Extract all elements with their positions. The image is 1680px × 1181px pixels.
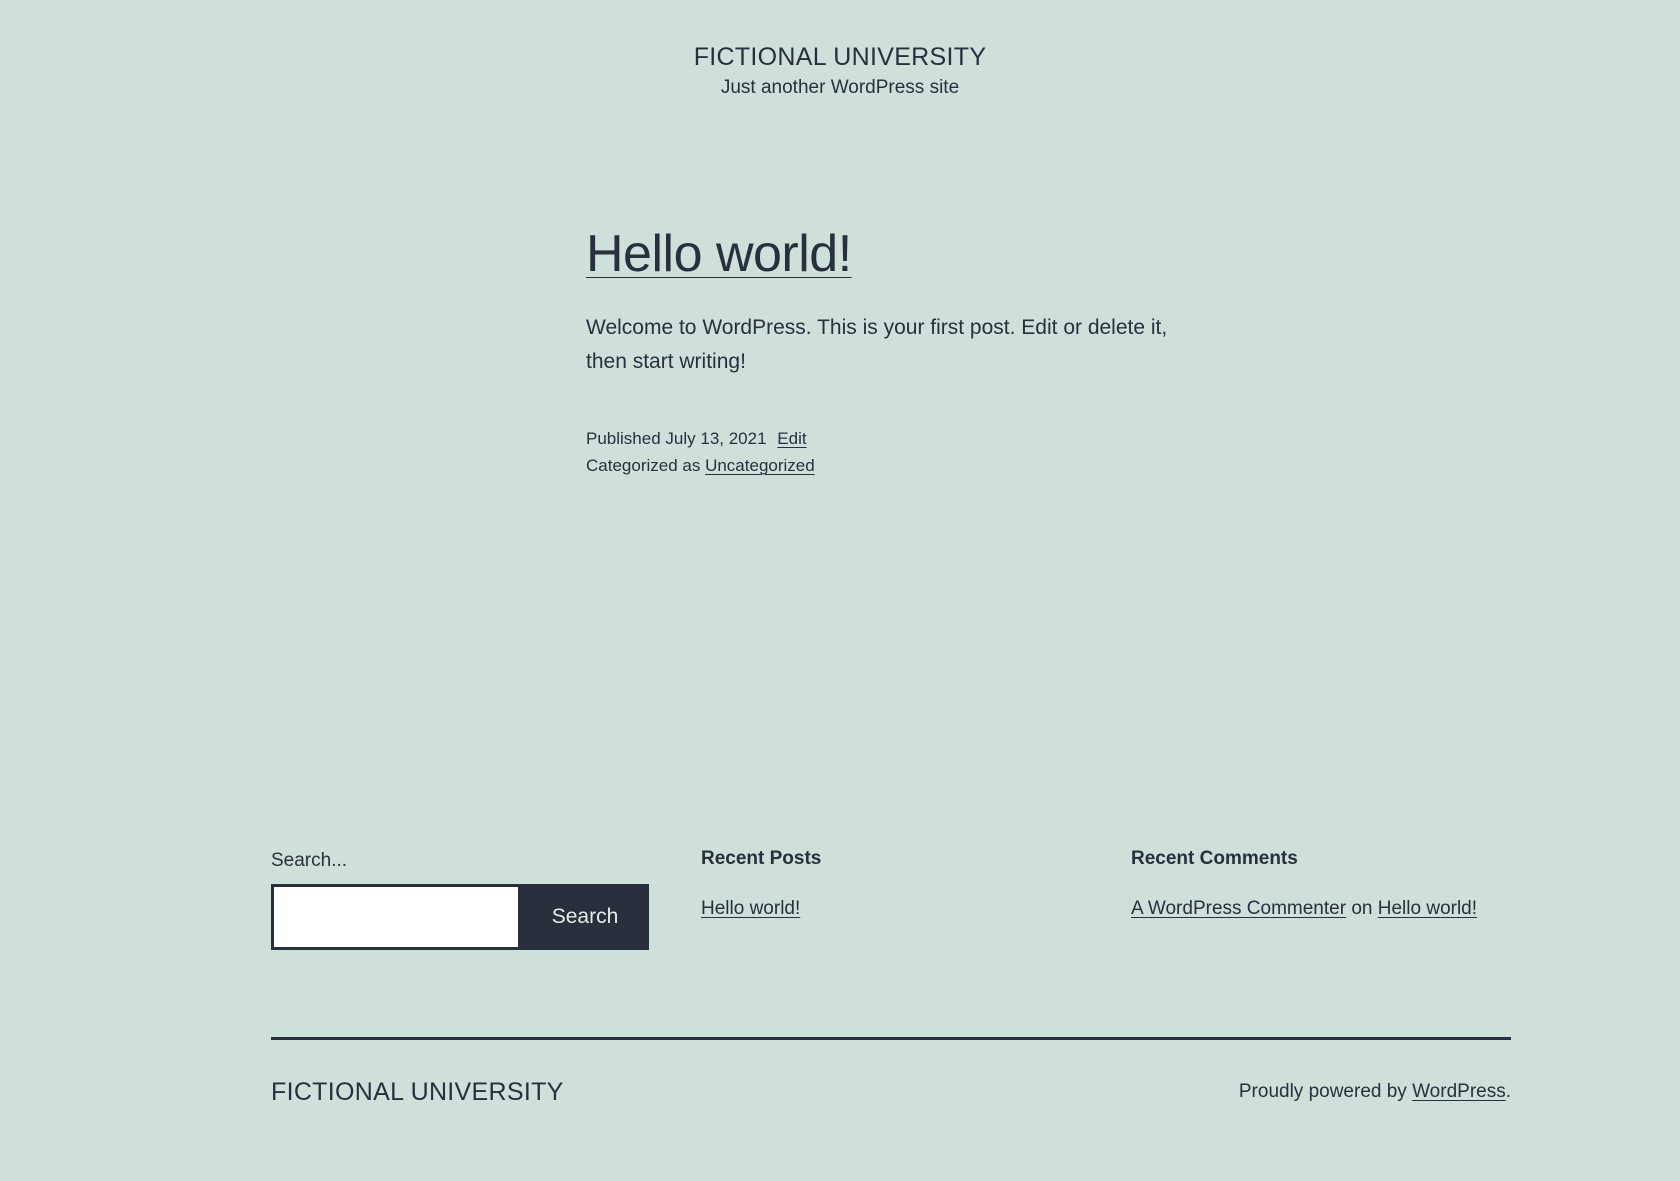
- site-title[interactable]: FICTIONAL UNIVERSITY: [0, 42, 1680, 72]
- search-form: Search: [271, 884, 651, 950]
- post-meta: Published July 13, 2021 Edit Categorized…: [586, 425, 1206, 479]
- categorized-prefix: Categorized as: [586, 456, 701, 475]
- comment-post-link[interactable]: Hello world!: [1378, 898, 1477, 919]
- powered-suffix: .: [1505, 1081, 1511, 1102]
- edit-post-link[interactable]: Edit: [777, 429, 806, 448]
- recent-posts-list: Hello world!: [701, 896, 1081, 922]
- post-published-line: Published July 13, 2021 Edit: [586, 425, 1206, 452]
- footer-divider: [271, 1037, 1511, 1040]
- wordpress-link[interactable]: WordPress: [1412, 1081, 1506, 1102]
- comment-on-word: on: [1351, 898, 1373, 919]
- category-link[interactable]: Uncategorized: [705, 456, 815, 475]
- recent-comments-widget: Recent Comments A WordPress Commenter on…: [1131, 848, 1521, 922]
- powered-by: Proudly powered by WordPress.: [1239, 1079, 1511, 1105]
- post-content: Welcome to WordPress. This is your first…: [586, 316, 1168, 373]
- recent-posts-widget: Recent Posts Hello world!: [701, 848, 1081, 922]
- recent-posts-title: Recent Posts: [701, 848, 822, 869]
- post-title: Hello world!: [586, 222, 1206, 286]
- recent-post-link[interactable]: Hello world!: [701, 898, 800, 919]
- recent-comments-title: Recent Comments: [1131, 848, 1298, 869]
- post-title-link[interactable]: Hello world!: [586, 225, 852, 283]
- site-header: FICTIONAL UNIVERSITY Just another WordPr…: [0, 42, 1680, 100]
- comment-author-link[interactable]: A WordPress Commenter: [1131, 898, 1346, 919]
- post-article: Hello world! Welcome to WordPress. This …: [586, 222, 1206, 479]
- published-prefix: Published: [586, 429, 661, 448]
- search-widget: Search... Search: [271, 848, 651, 950]
- search-button[interactable]: Search: [521, 884, 649, 950]
- footer-site-title[interactable]: FICTIONAL UNIVERSITY: [271, 1077, 564, 1107]
- search-input[interactable]: [271, 884, 521, 950]
- site-tagline: Just another WordPress site: [720, 77, 960, 98]
- recent-comments-list: A WordPress Commenter on Hello world!: [1131, 896, 1521, 922]
- post-category-line: Categorized as Uncategorized: [586, 452, 1206, 479]
- published-date: July 13, 2021: [665, 429, 767, 448]
- powered-prefix: Proudly powered by: [1238, 1081, 1407, 1102]
- search-label: Search...: [271, 850, 348, 871]
